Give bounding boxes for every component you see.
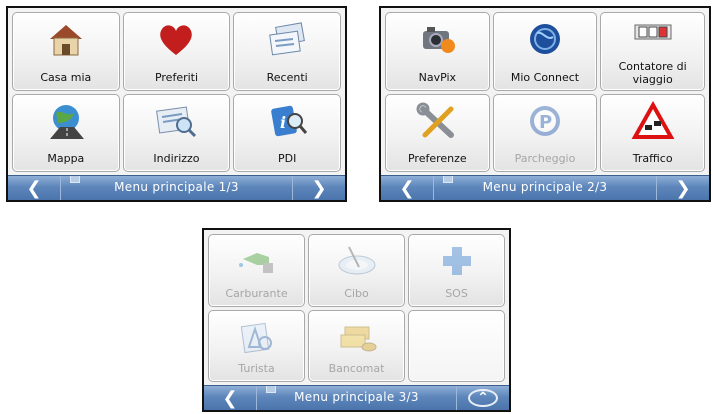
- tile-label: Casa mia: [40, 70, 92, 84]
- chevron-right-icon: ❯: [675, 177, 691, 199]
- tile-label: Bancomat: [328, 362, 385, 375]
- tile-recenti[interactable]: Recenti: [233, 12, 341, 91]
- tile-contatore-di-viaggio[interactable]: Contatore di viaggio: [600, 12, 705, 91]
- heart-icon: [153, 19, 199, 59]
- back-button[interactable]: ❮: [204, 386, 257, 410]
- tile-label: Turista: [238, 362, 275, 375]
- tools-icon: [414, 101, 460, 141]
- info-magnifier-icon: i: [264, 101, 310, 141]
- up-symbol: ⌃: [477, 390, 489, 406]
- medical-cross-icon: [434, 241, 480, 281]
- tile-preferenze[interactable]: Preferenze: [385, 93, 490, 172]
- page-title: Menu principale 1/3: [114, 180, 239, 194]
- address-search-icon: [153, 101, 199, 141]
- tile-label: Mappa: [47, 152, 85, 165]
- navigation-bar: ❮ Menu principale 1/3 ❯: [8, 175, 345, 200]
- tile-traffico[interactable]: Traffico: [600, 93, 705, 172]
- tile-label: Mio Connect: [510, 70, 580, 84]
- chevron-left-icon: ❮: [222, 387, 238, 409]
- tile-label: Traffico: [632, 152, 673, 165]
- back-button[interactable]: ❮: [8, 176, 61, 200]
- tile-carburante[interactable]: Carburante: [208, 234, 305, 307]
- tile-empty: [408, 309, 505, 382]
- fuel-nozzle-icon: [234, 241, 280, 281]
- menu-grid: Casa mia Preferiti Recenti Mappa Indiriz…: [12, 12, 341, 172]
- svg-text:i: i: [280, 113, 286, 132]
- tile-label: Cibo: [344, 286, 369, 300]
- money-icon: [334, 317, 380, 357]
- trip-counter-icon: [630, 15, 676, 55]
- tile-preferiti[interactable]: Preferiti: [122, 12, 231, 91]
- menu-grid: NavPix Mio Connect Contatore di viaggio …: [385, 12, 705, 172]
- tile-label: Preferiti: [154, 70, 199, 84]
- chevron-left-icon: ❮: [26, 177, 42, 199]
- page-title: Menu principale 2/3: [482, 180, 608, 194]
- camera-icon: [414, 19, 460, 59]
- chevron-up-icon: ⌃: [468, 389, 498, 407]
- house-icon: [43, 19, 89, 59]
- parking-icon: P: [522, 101, 568, 141]
- tile-bancomat[interactable]: Bancomat: [308, 309, 405, 382]
- chevron-left-icon: ❮: [399, 177, 415, 199]
- tile-pdi[interactable]: i PDI: [233, 93, 341, 172]
- tile-label: NavPix: [418, 70, 457, 84]
- navigation-bar: ❮ Menu principale 2/3 ❯: [381, 175, 709, 200]
- page-title: Menu principale 3/3: [294, 390, 419, 404]
- back-button[interactable]: ❮: [381, 176, 434, 200]
- tile-label: Parcheggio: [514, 152, 576, 165]
- menu-screen-1: Casa mia Preferiti Recenti Mappa Indiriz…: [6, 6, 347, 202]
- tile-label: SOS: [445, 286, 468, 300]
- menu-screen-3: Carburante Cibo SOS Turista Bancomat ❮ M…: [202, 228, 511, 412]
- tile-label: Recenti: [266, 70, 308, 84]
- tile-label: PDI: [277, 152, 297, 165]
- tile-sos[interactable]: SOS: [408, 234, 505, 307]
- navigation-bar: ❮ Menu principale 3/3 ⌃: [204, 385, 509, 410]
- tile-navpix[interactable]: NavPix: [385, 12, 490, 91]
- menu-grid: Carburante Cibo SOS Turista Bancomat: [208, 234, 505, 382]
- tile-label: Indirizzo: [153, 152, 200, 165]
- traffic-warning-icon: [630, 100, 676, 141]
- chevron-right-icon: ❯: [311, 177, 327, 199]
- tile-cibo[interactable]: Cibo: [308, 234, 405, 307]
- tile-parcheggio[interactable]: P Parcheggio: [492, 93, 598, 172]
- food-plate-icon: [334, 241, 380, 281]
- tile-mio-connect[interactable]: Mio Connect: [492, 12, 598, 91]
- globe-road-icon: [43, 101, 89, 141]
- recent-documents-icon: [264, 19, 310, 59]
- tile-mappa[interactable]: Mappa: [12, 93, 120, 172]
- tile-indirizzo[interactable]: Indirizzo: [122, 93, 231, 172]
- forward-button[interactable]: ❯: [656, 176, 709, 200]
- up-button[interactable]: ⌃: [456, 386, 509, 410]
- tile-turista[interactable]: Turista: [208, 309, 305, 382]
- tile-label: Contatore di viaggio: [618, 59, 687, 86]
- svg-text:P: P: [539, 112, 552, 133]
- tile-casa-mia[interactable]: Casa mia: [12, 12, 120, 91]
- tourist-map-icon: [234, 317, 280, 357]
- forward-button[interactable]: ❯: [292, 176, 345, 200]
- tile-label: Carburante: [225, 286, 288, 300]
- menu-screen-2: NavPix Mio Connect Contatore di viaggio …: [379, 6, 711, 202]
- tile-label: Preferenze: [407, 152, 467, 165]
- globe-connect-icon: [522, 19, 568, 59]
